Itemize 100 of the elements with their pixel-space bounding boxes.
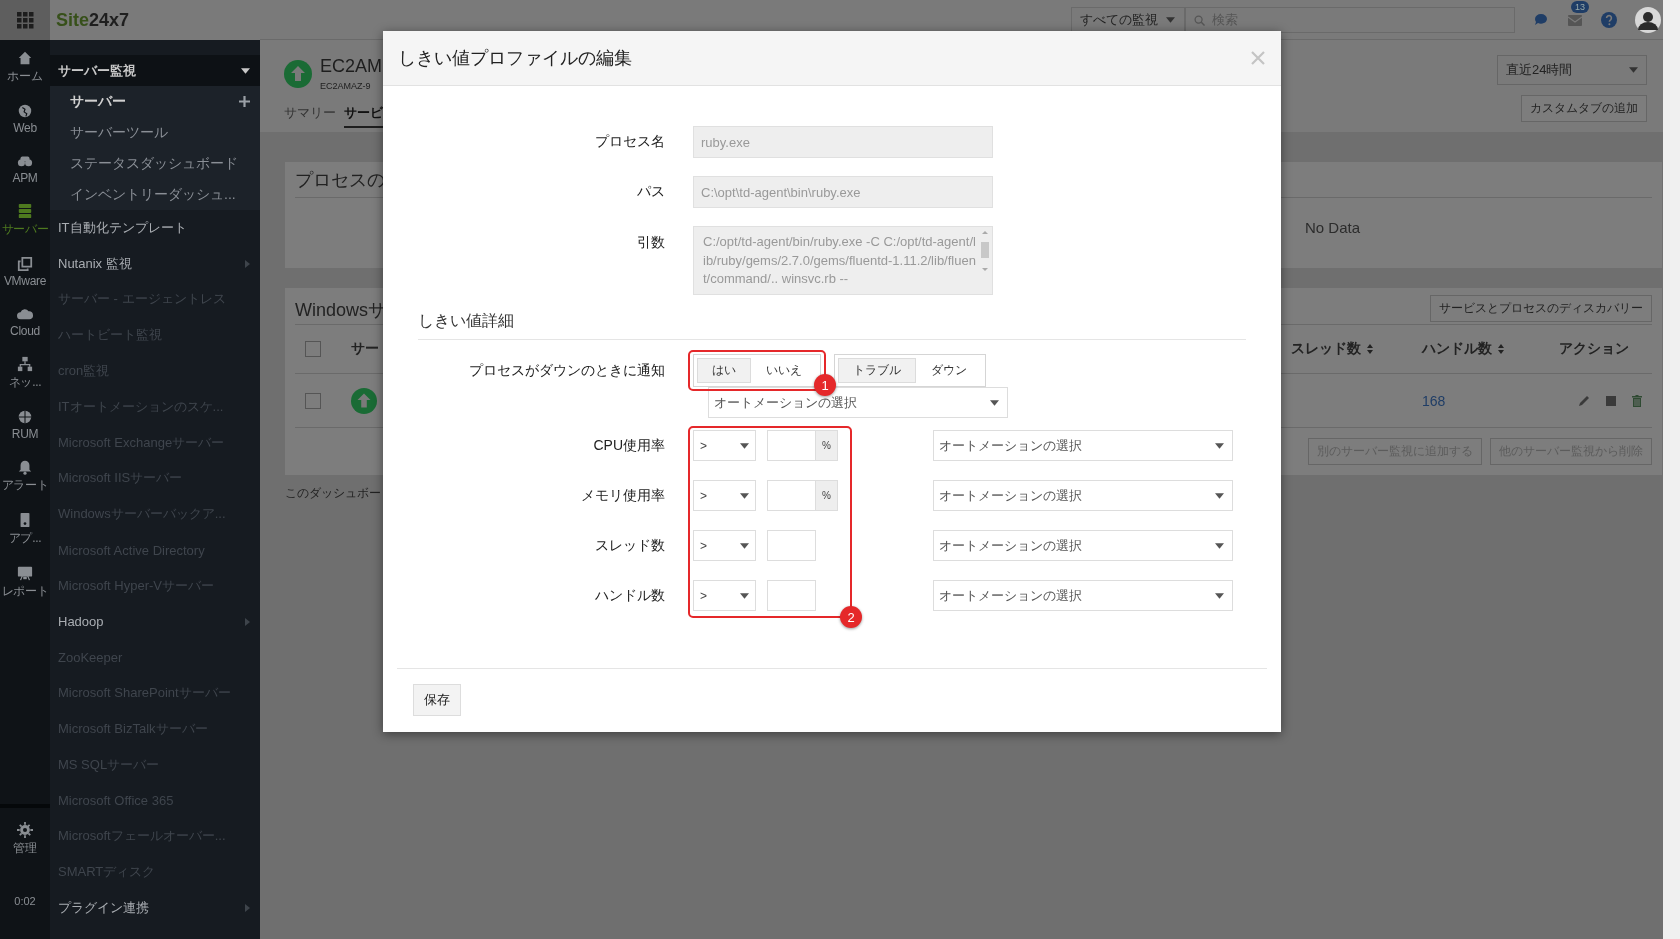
toggle-option[interactable]: トラブル	[838, 358, 916, 383]
search-icon	[1194, 14, 1205, 26]
rail-nav-item[interactable]: RUM	[0, 399, 50, 449]
field-label: パス	[636, 183, 665, 201]
chevron-right-icon	[245, 904, 250, 913]
rail-nav-item[interactable]: Web	[0, 93, 50, 143]
monitor-icon	[17, 565, 33, 581]
page-scrollbar[interactable]	[1663, 0, 1680, 939]
rail-nav-item[interactable]: APM	[0, 143, 50, 193]
bell-icon	[17, 459, 33, 475]
add-custom-tab-button[interactable]: カスタムタブの追加	[1521, 95, 1647, 122]
automation-dropdown[interactable]: オートメーションの選択	[933, 580, 1233, 611]
squares-icon	[17, 256, 33, 272]
section-title: しきい値詳細	[418, 312, 514, 329]
globe-icon	[17, 409, 33, 425]
column-header: アクション	[1559, 340, 1630, 358]
operator-dropdown[interactable]: >	[693, 430, 756, 461]
caret-icon	[740, 442, 749, 449]
gear-icon	[17, 822, 33, 838]
operator-dropdown[interactable]: >	[693, 530, 756, 561]
callout-badge: 2	[840, 606, 862, 628]
rail-nav-item[interactable]: VMware	[0, 246, 50, 296]
caret-icon	[1215, 442, 1224, 449]
close-icon[interactable]	[1251, 51, 1265, 65]
automation-dropdown[interactable]: オートメーションの選択	[933, 530, 1233, 561]
cloud-icon	[17, 306, 33, 322]
caret-icon	[990, 399, 999, 406]
stop-icon[interactable]	[1606, 395, 1616, 406]
time-range-dropdown[interactable]: 直近24時間	[1497, 55, 1647, 85]
value-input[interactable]	[767, 580, 816, 611]
house-icon	[17, 50, 33, 66]
chevron-right-icon	[245, 259, 250, 268]
menu-item[interactable]: IT自動化テンプレート	[50, 210, 260, 246]
sort-icon[interactable]	[1367, 344, 1373, 354]
help-icon[interactable]	[1601, 11, 1617, 28]
checkbox[interactable]	[305, 392, 321, 409]
menu-item[interactable]: プラグイン連携	[50, 890, 260, 926]
status-up-icon	[284, 59, 312, 88]
menu-item[interactable]: Nutanix 監視	[50, 245, 260, 282]
field-label: スレッド数	[594, 535, 665, 555]
chevron-right-icon	[245, 617, 250, 626]
operator-dropdown[interactable]: >	[693, 580, 756, 611]
panel-title: Windowsサ	[295, 299, 387, 322]
value-input[interactable]	[767, 480, 816, 511]
monitor-subtitle: EC2AMAZ-9	[320, 81, 372, 91]
column-header[interactable]: ハンドル数	[1422, 340, 1559, 358]
session-time: 0:02	[14, 895, 36, 907]
footer-note: このダッシュボー	[285, 485, 381, 502]
field-label: プロセスがダウンのときに通知	[468, 361, 665, 380]
submenu-item[interactable]: ステータスダッシュボード	[50, 148, 260, 179]
save-button[interactable]: 保存	[413, 684, 461, 716]
field-label: ハンドル数	[594, 585, 665, 605]
plus-icon[interactable]	[239, 96, 250, 107]
caret-icon	[740, 592, 749, 599]
rail-nav-item[interactable]: レポート	[0, 555, 50, 608]
column-header[interactable]: スレッド数	[1291, 340, 1422, 358]
monitor-title: EC2AM	[320, 56, 382, 77]
menu-item[interactable]: Hadoop	[50, 603, 260, 640]
value-input[interactable]	[767, 430, 816, 461]
column-header: サー	[351, 340, 380, 358]
submenu-item[interactable]: サーバーツール	[50, 117, 260, 148]
rail-nav-item[interactable]: アラート	[0, 449, 50, 502]
sort-icon[interactable]	[1498, 344, 1504, 354]
rail-nav-item[interactable]: ホーム	[0, 40, 50, 93]
rail-nav-item[interactable]: アプ...	[0, 502, 50, 555]
globe-icon	[17, 103, 33, 119]
caret-icon	[740, 542, 749, 549]
discovery-button[interactable]: サービスとプロセスのディスカバリー	[1430, 295, 1652, 322]
submenu-item[interactable]: サーバー	[50, 86, 260, 117]
server-icon	[17, 203, 33, 219]
operator-dropdown[interactable]: >	[693, 480, 756, 511]
field-label: CPU使用率	[592, 435, 665, 455]
network-icon	[17, 356, 33, 372]
field-label: メモリ使用率	[580, 485, 665, 505]
automation-dropdown[interactable]: オートメーションの選択	[933, 480, 1233, 511]
submenu-item[interactable]: インベントリーダッシュ...	[50, 179, 260, 210]
rail-nav-item[interactable]: ネッ...	[0, 346, 50, 399]
caret-icon	[1166, 16, 1175, 23]
logo[interactable]: Site24x7	[56, 9, 130, 31]
avatar-icon[interactable]	[1635, 6, 1661, 33]
apps-grid-icon[interactable]	[16, 11, 34, 29]
value-input[interactable]	[767, 530, 816, 561]
dialog-title: しきい値プロファイルの編集	[398, 47, 632, 70]
chat-icon[interactable]	[1533, 11, 1549, 28]
pencil-icon[interactable]	[1578, 394, 1590, 407]
rail-nav-item[interactable]: Cloud	[0, 296, 50, 346]
empty-state-text: No Data	[1305, 218, 1361, 236]
field-label: 引数	[636, 234, 665, 252]
caret-icon	[1215, 542, 1224, 549]
toggle-option[interactable]: はい	[697, 358, 751, 383]
rail-nav-item[interactable]: サーバー	[0, 193, 50, 246]
menu-group-header[interactable]: サーバー監視	[50, 55, 260, 86]
monitor-filter-dropdown[interactable]: すべての監視	[1071, 6, 1185, 33]
automation-dropdown[interactable]: オートメーションの選択	[933, 430, 1233, 461]
trash-icon[interactable]	[1632, 394, 1642, 407]
table-cell-text: 168	[1422, 392, 1447, 409]
unit-addon: %	[816, 430, 838, 461]
field-label: プロセス名	[594, 133, 665, 151]
checkbox[interactable]	[305, 341, 321, 357]
status-up-icon	[351, 387, 377, 414]
